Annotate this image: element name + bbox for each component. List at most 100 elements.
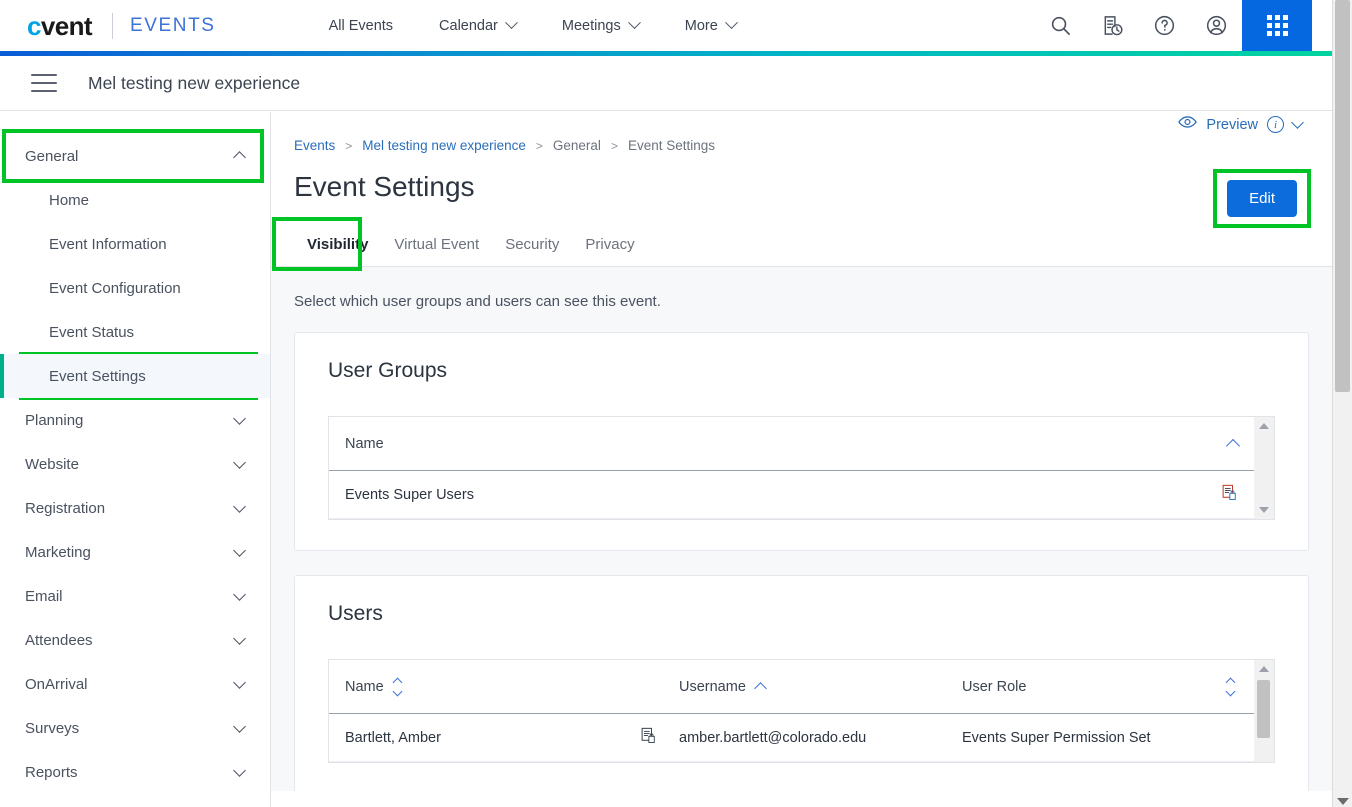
table-row[interactable]: Bartlett, Amber amber.bartlett@colorado.… [329,714,1254,762]
breadcrumb-events[interactable]: Events [294,138,335,153]
scroll-thumb[interactable] [1257,680,1270,738]
browser-scroll-thumb[interactable] [1335,0,1350,392]
breadcrumb-general: General [552,138,601,153]
scroll-up-arrow-icon[interactable] [1259,666,1269,672]
user-groups-table: Name Events Super Users [328,416,1254,520]
sidebar-group-onarrival[interactable]: OnArrival [0,662,270,706]
scroll-up-arrow-icon[interactable] [1259,423,1269,429]
user-groups-table-wrap: Name Events Super Users [328,416,1275,520]
header-actions [1034,0,1312,51]
document-lock-icon[interactable] [1221,484,1238,505]
breadcrumb-separator: > [535,138,543,153]
main-content: Events > Mel testing new experience > Ge… [271,112,1332,807]
chevron-up-icon [233,151,246,164]
sort-both-icon [392,677,403,696]
chevron-down-icon[interactable] [1291,115,1304,129]
nav-more-label: More [684,17,718,34]
sidebar-item-home-label: Home [49,191,90,209]
tab-privacy[interactable]: Privacy [572,226,647,266]
users-scrollbar[interactable] [1254,659,1275,763]
user-name: Bartlett, Amber [345,729,441,746]
browser-scrollbar[interactable] [1332,0,1352,807]
info-icon[interactable]: i [1267,116,1284,133]
tab-virtual-event[interactable]: Virtual Event [381,226,492,266]
document-lock-icon[interactable] [640,727,657,748]
preview-link[interactable]: Preview [1206,117,1258,133]
eye-icon[interactable] [1178,115,1198,134]
sidebar-item-event-status[interactable]: Event Status [0,310,270,354]
sidebar-group-attendees[interactable]: Attendees [0,618,270,662]
breadcrumb-separator: > [345,138,353,153]
user-groups-scrollbar[interactable] [1254,416,1275,520]
column-header-name[interactable]: Name [345,436,384,452]
chevron-down-icon [505,16,518,30]
sidebar-group-planning[interactable]: Planning [0,398,270,442]
column-header-username[interactable]: Username [679,679,962,695]
sidebar: General Home Event Information Event Con… [0,112,271,807]
scroll-down-arrow-icon[interactable] [1337,798,1349,805]
nav-meetings-label: Meetings [561,17,621,34]
nav-all-events-label: All Events [328,17,394,34]
chevron-down-icon [233,455,246,469]
users-title: Users [328,602,383,625]
brand-divider [111,12,113,39]
breadcrumb-event[interactable]: Mel testing new experience [362,138,526,153]
tab-security[interactable]: Security [492,226,572,266]
tab-visibility[interactable]: Visibility [294,226,381,266]
hamburger-icon[interactable] [31,74,57,92]
sidebar-item-event-configuration[interactable]: Event Configuration [0,266,270,310]
sort-ascending-icon [754,681,767,695]
sidebar-group-reports[interactable]: Reports [0,750,270,794]
brand[interactable]: cvent EVENTS [0,12,216,39]
sidebar-group-marketing[interactable]: Marketing [0,530,270,574]
help-icon[interactable] [1138,0,1190,51]
sidebar-group-registration[interactable]: Registration [0,486,270,530]
chevron-down-icon [627,16,641,30]
sidebar-group-surveys-label: Surveys [25,719,80,737]
chevron-up-icon[interactable] [1225,438,1241,453]
sidebar-item-event-configuration-label: Event Configuration [49,279,181,297]
scroll-down-arrow-icon[interactable] [1259,507,1269,513]
app-grid-icon[interactable] [1242,0,1312,51]
app-grid-dots [1266,15,1288,36]
edit-button[interactable]: Edit [1227,180,1297,217]
column-header-name[interactable]: Name [345,677,679,696]
page-header: Event Settings Preview i Edit [271,115,1332,228]
sidebar-group-planning-label: Planning [25,411,84,429]
sidebar-group-general-label: General [25,147,79,165]
column-header-name-label: Name [345,435,384,452]
sidebar-group-general[interactable]: General [0,134,270,178]
user-groups-title: User Groups [328,359,448,382]
nav-more[interactable]: More [684,16,738,34]
table-row[interactable]: Events Super Users [329,471,1254,519]
sidebar-group-email[interactable]: Email [0,574,270,618]
column-header-user-role[interactable]: User Role [962,677,1238,696]
event-title: Mel testing new experience [88,72,301,93]
breadcrumb-current: Event Settings [627,138,716,153]
nav-calendar[interactable]: Calendar [439,16,518,34]
sidebar-item-event-information[interactable]: Event Information [0,222,270,266]
column-header-name-label: Name [345,678,384,695]
chevron-down-icon [233,719,246,733]
sidebar-group-website-label: Website [25,455,79,473]
users-card: Users Name Username User Role Bartlett, … [294,575,1309,791]
sidebar-group-surveys[interactable]: Surveys [0,706,270,750]
sidebar-item-event-settings[interactable]: Event Settings [0,354,270,398]
user-group-name: Events Super Users [345,486,474,503]
lead-text: Select which user groups and users can s… [294,293,661,310]
search-icon[interactable] [1034,0,1086,51]
nav-calendar-label: Calendar [439,17,498,34]
sidebar-item-event-status-label: Event Status [49,323,135,341]
user-username: amber.bartlett@colorado.edu [679,729,867,746]
column-header-username-label: Username [679,678,746,695]
document-clock-icon[interactable] [1086,0,1138,51]
account-icon[interactable] [1190,0,1242,51]
chevron-down-icon [233,543,246,557]
chevron-down-icon [724,16,738,30]
nav-all-events[interactable]: All Events [329,18,393,34]
user-name-cell: Bartlett, Amber [345,727,679,748]
users-table: Name Username User Role Bartlett, Amber … [328,659,1254,763]
sidebar-item-home[interactable]: Home [0,178,270,222]
nav-meetings[interactable]: Meetings [561,16,641,34]
sidebar-group-website[interactable]: Website [0,442,270,486]
